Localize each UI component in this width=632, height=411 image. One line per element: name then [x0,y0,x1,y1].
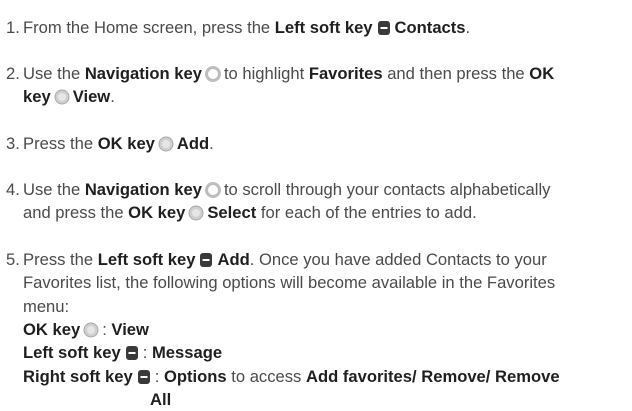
bold-term: Add favorites/ Remove/ Remove [305,366,560,386]
bold-term: View [111,319,149,339]
bold-term: Favorites [308,64,383,83]
instruction-text: : [154,366,164,386]
bold-term: Navigation key [84,64,202,83]
instruction-text: and then press the [382,64,530,83]
step-line: Favorites list, the following options wi… [23,271,555,294]
bold-term: Left soft key [97,250,196,269]
instruction-text: . [110,87,115,107]
okkey-icon [54,88,70,111]
instruction-text: to access [226,366,306,386]
instruction-text: menu: [23,296,70,316]
step-line: All [150,388,171,411]
instruction-text: Press the [23,134,98,153]
step-line: Press the OK key Add. [23,132,214,158]
navkey-icon [204,65,221,88]
step-line: Press the Left soft key Add. Once you hav… [23,248,547,274]
instruction-text: From the Home screen, press the [23,18,275,37]
bold-term: Navigation key [84,180,202,199]
instruction-text: Use the [23,180,85,199]
bold-term: All [150,389,172,409]
step-line: Use the Navigation key to highlight Favor… [23,62,554,88]
step-line: Right soft key: Options to access Add fa… [23,365,560,391]
bold-term: Add [176,134,210,153]
step-line: Use the Navigation key to scroll through … [23,178,550,204]
instruction-text: for each of the entries to add. [256,203,477,223]
instruction-text: to highlight [223,64,309,83]
instruction-text: . [209,134,214,153]
step-line: key View. [23,85,115,111]
step-line: menu: [23,295,69,318]
step-line: Left soft key: Message [23,341,222,367]
bold-term: OK key [97,134,155,153]
bold-term: OK [529,64,555,83]
bold-term: Right soft key [23,366,133,386]
bold-term: Select [207,203,257,223]
instruction-text: Use the [23,64,85,83]
instruction-text: . [465,18,471,37]
bold-term: key [23,87,51,107]
okkey-icon [158,135,174,158]
step-line: and press the OK key Select for each of t… [23,201,477,227]
instruction-text: Favorites list, the following options wi… [23,273,556,293]
step-line: From the Home screen, press the Left sof… [23,16,470,42]
bold-term: Add [217,250,250,269]
bold-term: Options [163,366,227,386]
instruction-text: to scroll through your contacts alphabet… [223,180,551,199]
bold-term: OK key [128,203,186,223]
instruction-text: Press the [23,250,98,269]
softkey-icon [376,19,392,42]
bold-term: Left soft key [274,18,373,37]
bold-term: OK key [23,319,81,339]
step-line: OK key: View [23,318,149,344]
instruction-text: . Once you have added Contacts to your [249,250,547,269]
bold-term: View [72,87,111,107]
bold-term: Contacts [394,18,466,37]
instruction-text: and press the [23,203,129,223]
okkey-icon [188,204,204,227]
